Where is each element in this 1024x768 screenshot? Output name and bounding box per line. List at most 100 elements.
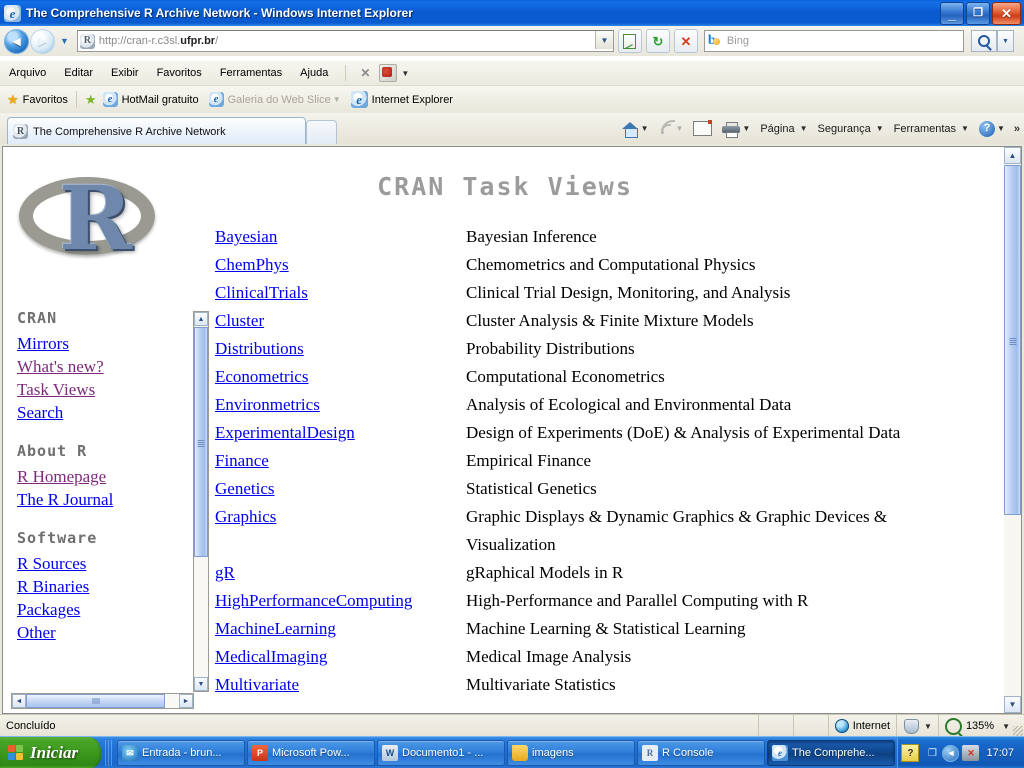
antivirus-tray-icon[interactable]: ✕ (962, 745, 980, 761)
favbar-item-web-slice-gallery[interactable]: Galeria do Web Slice (228, 94, 331, 106)
task-view-link-highperformancecomputing[interactable]: HighPerformanceComputing (215, 591, 412, 610)
favorites-button-label[interactable]: Favoritos (23, 94, 68, 106)
start-button[interactable]: Iniciar (0, 737, 101, 768)
command-bar-overflow-icon[interactable]: » (1010, 123, 1024, 135)
search-input[interactable]: Bing (727, 35, 749, 47)
menu-ferramentas[interactable]: Ferramentas (211, 65, 291, 81)
home-chevron-down-icon[interactable]: ▼ (641, 124, 649, 133)
sidebar-horizontal-scrollbar[interactable]: ◄ ► (11, 693, 194, 709)
resize-grip-icon[interactable] (1013, 726, 1023, 736)
sidebar-link-task-views[interactable]: Task Views (17, 378, 187, 401)
favbar-item-internet-explorer[interactable]: Internet Explorer (372, 94, 453, 106)
read-mail-button[interactable] (688, 118, 717, 140)
stop-button[interactable]: ✕ (673, 29, 698, 53)
page-menu-button[interactable]: Página ▼ (755, 118, 812, 140)
task-view-link-environmetrics[interactable]: Environmetrics (215, 395, 320, 414)
taskbar-item-powerpoint[interactable]: P Microsoft Pow... (247, 740, 375, 766)
address-input[interactable]: http://cran-r.c3sl.ufpr.br/ (99, 35, 218, 47)
help-tray-icon[interactable]: ? (901, 744, 920, 762)
sidebar-scroll-right-button[interactable]: ► (179, 694, 193, 708)
sidebar-vertical-scrollbar[interactable]: ▲ ▼ (193, 311, 209, 692)
search-go-button[interactable] (970, 30, 997, 52)
security-zone[interactable]: Internet (827, 715, 896, 737)
menu-favoritos[interactable]: Favoritos (148, 65, 211, 81)
refresh-button[interactable]: ↻ (645, 29, 670, 53)
task-view-link-chemphys[interactable]: ChemPhys (215, 255, 289, 274)
sidebar-link-the-r-journal[interactable]: The R Journal (17, 488, 187, 511)
menu-ajuda[interactable]: Ajuda (291, 65, 337, 81)
sidebar-scrollbar-thumb[interactable] (194, 327, 208, 557)
address-dropdown-button[interactable]: ▼ (594, 31, 613, 49)
recent-pages-dropdown[interactable]: ▼ (60, 36, 69, 46)
adobe-pdf-icon[interactable] (379, 64, 398, 82)
page-scroll-up-button[interactable]: ▲ (1004, 147, 1021, 164)
feeds-chevron-down-icon[interactable]: ▼ (676, 124, 684, 133)
tab-active[interactable]: R The Comprehensive R Archive Network (7, 117, 306, 145)
taskbar-item-mail[interactable]: ✉ Entrada - brun... (117, 740, 245, 766)
sidebar-link-mirrors[interactable]: Mirrors (17, 332, 187, 355)
taskbar-item-imagens[interactable]: imagens (507, 740, 635, 766)
restore-button[interactable]: ❐ (966, 2, 990, 25)
task-view-link-genetics[interactable]: Genetics (215, 479, 274, 498)
close-button[interactable]: ✕ (992, 2, 1021, 25)
network-tray-icon[interactable]: ❐ (925, 745, 939, 761)
task-view-link-graphics[interactable]: Graphics (215, 507, 276, 526)
search-provider-dropdown[interactable]: ▼ (996, 30, 1014, 52)
task-view-link-medicalimaging[interactable]: MedicalImaging (215, 647, 327, 666)
address-bar[interactable]: R http://cran-r.c3sl.ufpr.br/ ▼ (76, 30, 614, 52)
page-vertical-scrollbar[interactable]: ▲ ▼ (1004, 146, 1022, 714)
protected-mode-indicator[interactable]: ▼ (896, 715, 938, 737)
web-slice-chevron-down-icon[interactable]: ▼ (333, 95, 341, 104)
sidebar-link-whats-new[interactable]: What's new? (17, 355, 187, 378)
show-hidden-icons-button[interactable]: ◄ (942, 744, 960, 762)
menu-exibir[interactable]: Exibir (102, 65, 148, 81)
page-scroll-down-button[interactable]: ▼ (1004, 696, 1021, 713)
security-menu-button[interactable]: Segurança ▼ (813, 118, 889, 140)
home-button[interactable]: ▼ (617, 118, 654, 140)
sidebar-link-r-homepage[interactable]: R Homepage (17, 465, 187, 488)
sidebar-hscrollbar-thumb[interactable] (26, 694, 165, 708)
forward-button[interactable]: ► (30, 28, 55, 54)
task-view-link-econometrics[interactable]: Econometrics (215, 367, 308, 386)
sidebar-scroll-up-button[interactable]: ▲ (194, 312, 208, 326)
zoom-control[interactable]: 135% ▼ (937, 715, 1024, 737)
search-box[interactable]: b Bing ▼ (703, 30, 1014, 52)
sidebar-link-r-sources[interactable]: R Sources (17, 552, 187, 575)
taskbar-item-internet-explorer[interactable]: e The Comprehe... (767, 740, 895, 766)
tools-menu-button[interactable]: Ferramentas ▼ (889, 118, 974, 140)
add-to-favorites-bar-icon[interactable]: ★ (85, 92, 97, 108)
zoom-chevron-down-icon[interactable]: ▼ (1002, 722, 1010, 731)
task-view-link-cluster[interactable]: Cluster (215, 311, 264, 330)
new-tab-button[interactable] (306, 120, 337, 145)
minimize-button[interactable]: _ (940, 2, 964, 25)
favbar-item-hotmail[interactable]: HotMail gratuito (122, 94, 199, 106)
help-menu-button[interactable]: ? ▼ (974, 118, 1010, 140)
feeds-button[interactable]: ▼ (654, 118, 689, 140)
sidebar-link-packages[interactable]: Packages (17, 598, 187, 621)
sidebar-scroll-down-button[interactable]: ▼ (194, 677, 208, 691)
task-view-link-multivariate[interactable]: Multivariate (215, 675, 299, 694)
sidebar-scroll-left-button[interactable]: ◄ (12, 694, 26, 708)
task-view-link-gr[interactable]: gR (215, 563, 235, 582)
clock[interactable]: 17:07 (986, 747, 1014, 759)
toolbar-close-icon[interactable]: ✕ (354, 66, 376, 80)
task-view-link-clinicaltrials[interactable]: ClinicalTrials (215, 283, 308, 302)
print-chevron-down-icon[interactable]: ▼ (742, 124, 750, 133)
compatibility-view-button[interactable] (617, 29, 642, 53)
taskbar-item-word[interactable]: W Documento1 - ... (377, 740, 505, 766)
task-view-link-machinelearning[interactable]: MachineLearning (215, 619, 336, 638)
print-button[interactable]: ▼ (717, 118, 755, 140)
sidebar-link-r-binaries[interactable]: R Binaries (17, 575, 187, 598)
sidebar-link-other[interactable]: Other (17, 621, 187, 644)
protected-mode-chevron-down-icon[interactable]: ▼ (924, 722, 932, 731)
task-view-link-experimentaldesign[interactable]: ExperimentalDesign (215, 423, 355, 442)
task-view-link-bayesian[interactable]: Bayesian (215, 227, 277, 246)
menu-arquivo[interactable]: Arquivo (0, 65, 55, 81)
back-button[interactable]: ◄ (4, 28, 29, 54)
sidebar-link-search[interactable]: Search (17, 401, 187, 424)
pdf-dropdown-icon[interactable]: ▼ (401, 69, 409, 78)
menu-editar[interactable]: Editar (55, 65, 102, 81)
page-scrollbar-thumb[interactable] (1004, 165, 1021, 515)
task-view-link-distributions[interactable]: Distributions (215, 339, 304, 358)
taskbar-item-r-console[interactable]: R R Console (637, 740, 765, 766)
